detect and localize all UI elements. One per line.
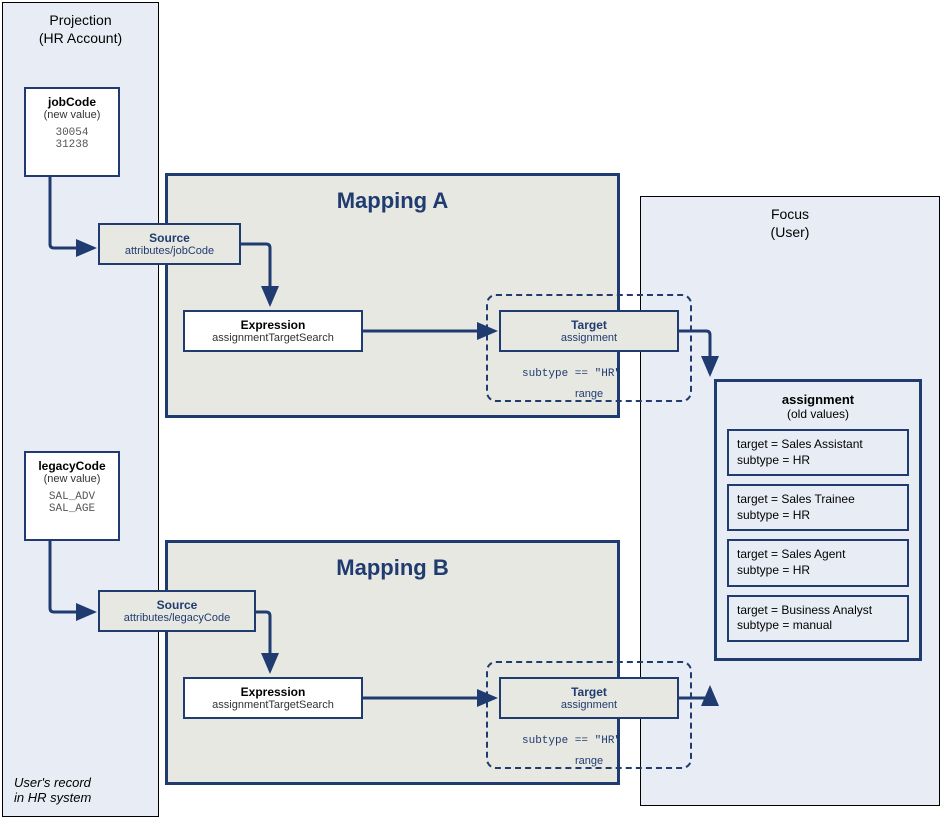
focus-title: Focus (User) [641,205,939,241]
projection-title-l1: Projection [49,12,111,28]
assignment-box: assignment (old values) target = Sales A… [714,379,922,661]
assignment-item-subtype: subtype = HR [737,508,899,524]
focus-title-l1: Focus [771,206,809,222]
assignment-item: target = Business Analystsubtype = manua… [727,595,909,642]
target-a-box: Target assignment [499,310,679,352]
assignment-item: target = Sales Agentsubtype = HR [727,539,909,586]
target-a-label: Target [505,318,673,332]
assignment-label: assignment [725,392,911,407]
assignment-item-target: target = Sales Trainee [737,492,899,508]
target-b-box: Target assignment [499,677,679,719]
assignment-item-subtype: subtype = manual [737,618,899,634]
jobcode-sub: (new value) [30,109,114,121]
source-a-path: attributes/jobCode [104,245,235,257]
focus-title-l2: (User) [771,224,810,240]
source-a-label: Source [104,231,235,245]
assignment-sub: (old values) [725,407,911,421]
source-b-path: attributes/legacyCode [104,612,250,624]
assignment-item-subtype: subtype = HR [737,563,899,579]
assignment-item-target: target = Sales Agent [737,547,899,563]
source-b-box: Source attributes/legacyCode [98,590,256,632]
expression-a-value: assignmentTargetSearch [189,332,357,344]
target-b-value: assignment [505,699,673,711]
assignment-item-subtype: subtype = HR [737,453,899,469]
legacycode-v1: SAL_AGE [30,503,114,515]
jobcode-box: jobCode (new value) 30054 31238 [24,87,120,177]
footnote-l1: User's record [14,775,91,790]
expression-b-value: assignmentTargetSearch [189,699,357,711]
jobcode-v1: 31238 [30,139,114,151]
mapping-b-title: Mapping B [168,555,617,581]
jobcode-v0: 30054 [30,127,114,139]
assignment-item: target = Sales Traineesubtype = HR [727,484,909,531]
expression-a-label: Expression [189,318,357,332]
legacycode-v0: SAL_ADV [30,491,114,503]
expression-b-box: Expression assignmentTargetSearch [183,677,363,719]
expression-b-label: Expression [189,685,357,699]
footnote-l2: in HR system [14,790,91,805]
assignment-item-target: target = Sales Assistant [737,437,899,453]
assignment-item-target: target = Business Analyst [737,603,899,619]
legacycode-sub: (new value) [30,473,114,485]
target-b-label: Target [505,685,673,699]
expression-a-box: Expression assignmentTargetSearch [183,310,363,352]
assignment-item: target = Sales Assistantsubtype = HR [727,429,909,476]
mapping-a-title: Mapping A [168,188,617,214]
source-a-box: Source attributes/jobCode [98,223,241,265]
projection-title-l2: (HR Account) [39,30,122,46]
target-a-value: assignment [505,332,673,344]
legacycode-box: legacyCode (new value) SAL_ADV SAL_AGE [24,451,120,541]
jobcode-name: jobCode [30,95,114,109]
projection-title: Projection (HR Account) [3,11,158,47]
projection-footnote: User's record in HR system [14,775,91,805]
source-b-label: Source [104,598,250,612]
legacycode-name: legacyCode [30,459,114,473]
